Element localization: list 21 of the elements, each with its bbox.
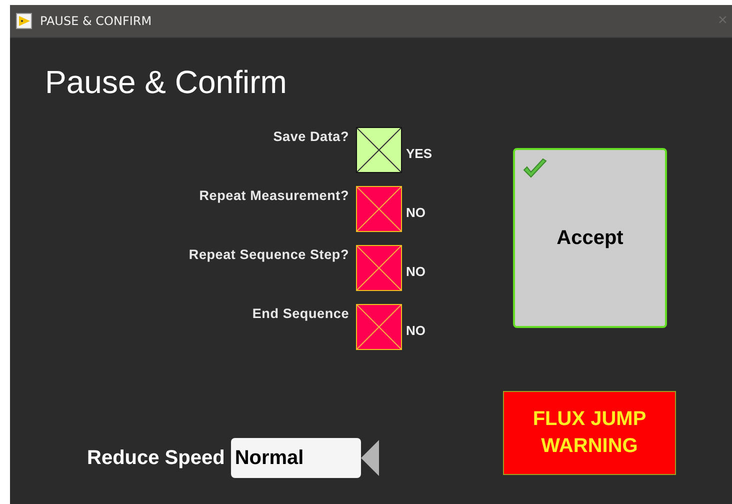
option-label: End Sequence — [252, 306, 349, 323]
window-title: PAUSE & CONFIRM — [40, 14, 152, 28]
accept-button[interactable]: Accept — [513, 148, 667, 328]
toggle-checkbox[interactable] — [356, 245, 402, 291]
option-label: Repeat Measurement? — [199, 188, 349, 205]
speed-field[interactable]: Normal — [230, 438, 361, 478]
dialog-heading: Pause & Confirm — [45, 63, 288, 102]
option-label: Repeat Sequence Step? — [188, 247, 349, 264]
option-state: NO — [406, 323, 426, 339]
option-state: NO — [406, 264, 426, 280]
checkmark-icon — [522, 158, 548, 180]
option-state: NO — [406, 205, 426, 221]
option-label: Save Data? — [273, 129, 349, 146]
triangle-icon[interactable] — [360, 440, 379, 476]
app-icon — [16, 13, 32, 29]
speed-label: Reduce Speed — [87, 446, 225, 470]
toggle-checkbox[interactable] — [356, 304, 402, 350]
warning-indicator: FLUX JUMP WARNING — [503, 391, 676, 475]
toggle-checkbox[interactable] — [356, 127, 402, 173]
option-state: YES — [406, 146, 434, 162]
toggle-checkbox[interactable] — [356, 186, 402, 232]
